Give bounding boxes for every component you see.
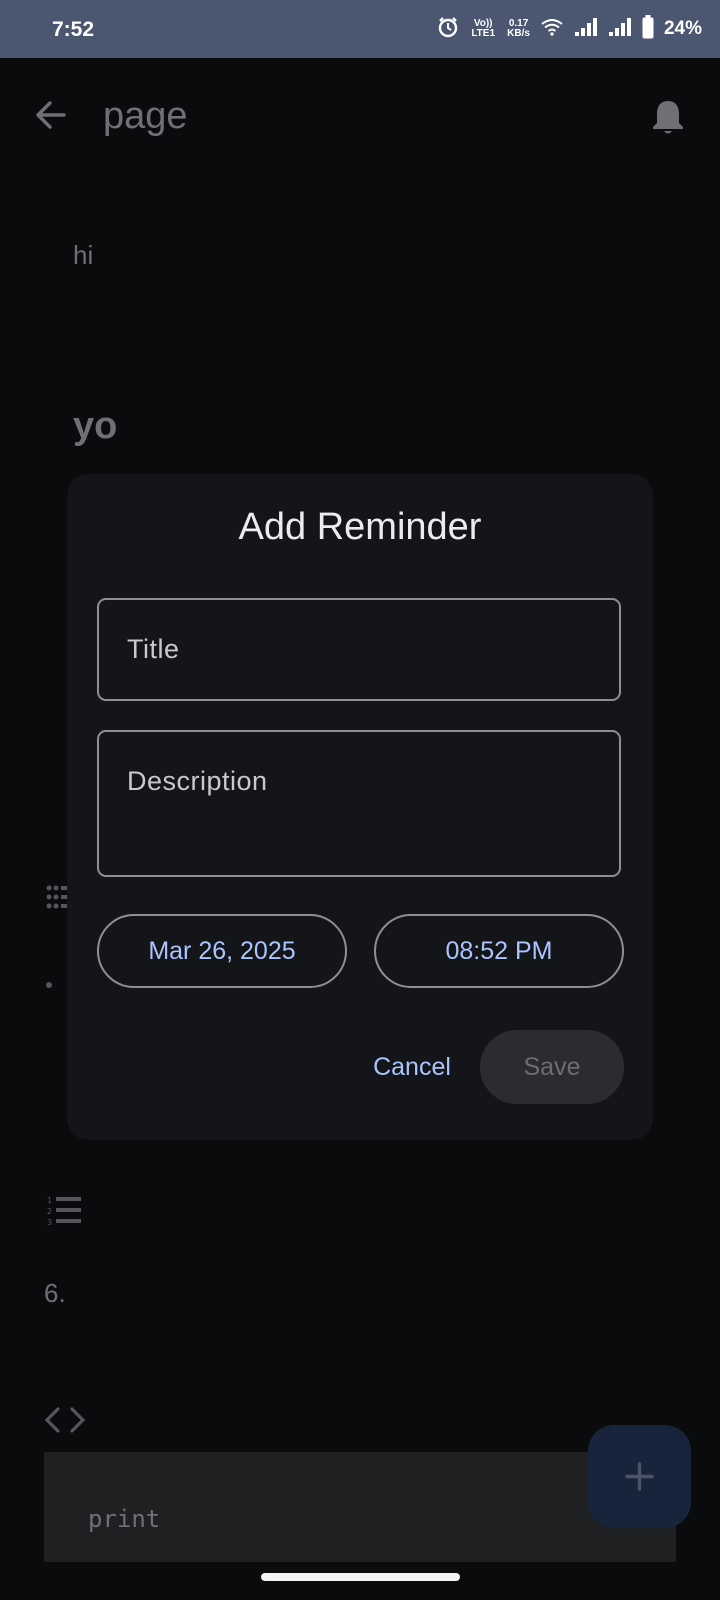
network-speed: 0.17 KB/s	[507, 19, 530, 39]
note-heading[interactable]: yo	[73, 405, 117, 448]
status-time: 7:52	[52, 18, 95, 41]
back-button[interactable]	[34, 98, 68, 132]
reminder-description-input[interactable]	[97, 730, 621, 877]
status-bar: 7:52 Vo)) LTE1 0.17 KB/s 24%	[0, 0, 720, 58]
status-icons: Vo)) LTE1 0.17 KB/s 24%	[437, 12, 702, 46]
plus-icon	[625, 1462, 654, 1491]
code-block[interactable]: print	[44, 1452, 676, 1562]
numbered-list-item[interactable]: 6.	[44, 1278, 66, 1309]
numbered-list-icon: 1 2 3	[46, 1194, 82, 1228]
bullet-point	[46, 982, 52, 988]
add-reminder-dialog: Add Reminder Mar 26, 2025 08:52 PM Cance…	[67, 474, 653, 1140]
svg-text:1: 1	[47, 1196, 52, 1205]
bell-icon	[653, 101, 683, 134]
reminder-button[interactable]	[650, 98, 686, 136]
cancel-button[interactable]: Cancel	[355, 1030, 469, 1104]
wifi-icon	[540, 17, 564, 42]
add-button[interactable]	[588, 1425, 691, 1528]
arrow-back-icon	[36, 101, 66, 129]
signal-icon-sim2	[608, 17, 632, 42]
signal-icon	[574, 17, 598, 42]
code-icon	[44, 1405, 86, 1435]
date-picker-button[interactable]: Mar 26, 2025	[97, 914, 347, 988]
dialog-title: Add Reminder	[238, 506, 482, 548]
battery-percent: 24%	[663, 18, 702, 39]
reminder-title-input[interactable]	[97, 598, 621, 701]
note-text-line[interactable]: hi	[73, 240, 93, 271]
save-button[interactable]: Save	[480, 1030, 624, 1104]
code-text: print	[88, 1505, 161, 1533]
svg-text:2: 2	[47, 1207, 52, 1216]
time-picker-button[interactable]: 08:52 PM	[374, 914, 624, 988]
svg-text:3: 3	[47, 1218, 52, 1227]
page-title: page	[103, 95, 188, 137]
alarm-icon	[437, 16, 459, 43]
battery-icon	[642, 14, 654, 44]
home-indicator[interactable]	[261, 1573, 460, 1581]
network-type-label: Vo)) LTE1	[471, 18, 496, 39]
speed-unit: KB/s	[507, 28, 530, 39]
